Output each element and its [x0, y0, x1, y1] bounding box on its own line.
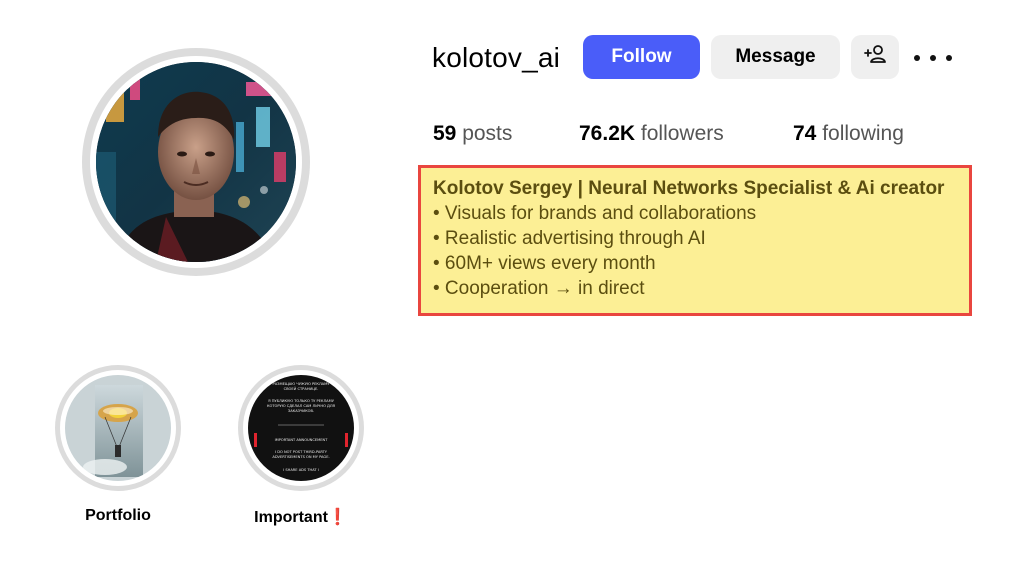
- story-text: I DO NOT POST THIRD-PARTY: [275, 450, 328, 454]
- story-text: ADVERTISEMENTS ON MY PAGE.: [272, 455, 329, 459]
- message-button[interactable]: Message: [711, 35, 840, 79]
- avatar-photo: [96, 62, 296, 262]
- story-text: IMPORTANT ANNOUNCEMENT: [275, 438, 329, 442]
- followers-stat[interactable]: 76.2K followers: [579, 121, 724, 147]
- following-stat[interactable]: 74 following: [793, 121, 904, 147]
- highlight-important[interactable]: РАЗМЕЩАЮ ЧУЖУЮ РЕКЛАМУ СВОЕЙ СТРАНИЦЕ. Я…: [238, 365, 364, 491]
- bio-line: • Cooperation → in direct: [433, 278, 645, 299]
- posts-label: posts: [462, 122, 513, 145]
- story-text: ЗАКАЗЧИКОВ.: [288, 409, 314, 413]
- highlight-portfolio-label[interactable]: Portfolio: [38, 507, 198, 525]
- bio-line: • Realistic advertising through AI: [433, 228, 706, 249]
- story-text: I SHARE ADS THAT I: [283, 468, 319, 472]
- following-label: following: [822, 122, 904, 145]
- add-user-icon: [863, 44, 887, 70]
- profile-username: kolotov_ai: [432, 42, 561, 73]
- followers-label: followers: [640, 122, 724, 145]
- profile-avatar[interactable]: [82, 48, 310, 276]
- more-horizontal-icon: [914, 55, 920, 61]
- more-dot: [930, 55, 936, 61]
- posts-stat: 59 posts: [433, 121, 512, 147]
- highlight-important-cover: РАЗМЕЩАЮ ЧУЖУЮ РЕКЛАМУ СВОЕЙ СТРАНИЦЕ. Я…: [248, 375, 354, 481]
- bio-line: • 60M+ views every month: [433, 253, 656, 274]
- highlight-border: РАЗМЕЩАЮ ЧУЖУЮ РЕКЛАМУ СВОЕЙ СТРАНИЦЕ. Я…: [243, 370, 359, 486]
- story-text: РАЗМЕЩАЮ ЧУЖУЮ РЕКЛАМУ: [273, 382, 331, 386]
- highlight-border: [60, 370, 176, 486]
- avatar-border: [90, 56, 302, 268]
- exclamation-icon: ❗: [327, 509, 348, 526]
- bio-line: • Visuals for brands and collaborations: [433, 203, 757, 224]
- follow-button[interactable]: Follow: [583, 35, 700, 79]
- bio: Kolotov Sergey | Neural Networks Special…: [433, 176, 944, 301]
- followers-count: 76.2K: [579, 122, 636, 145]
- story-text: СВОЕЙ СТРАНИЦЕ.: [284, 386, 319, 391]
- following-count: 74: [793, 122, 817, 145]
- story-text: Я ПУБЛИКУЮ ТОЛЬКО ТУ РЕКЛАМУ: [268, 399, 335, 403]
- story-text: КОТОРУЮ СДЕЛАЛ САМ ЛИЧНО ДЛЯ: [267, 404, 336, 408]
- highlight-important-label[interactable]: Important❗: [221, 507, 381, 527]
- highlight-portfolio[interactable]: [55, 365, 181, 491]
- more-dot: [946, 55, 952, 61]
- suggest-users-button[interactable]: [851, 35, 899, 79]
- highlight-portfolio-cover: [65, 375, 171, 481]
- more-options-button[interactable]: [914, 44, 952, 72]
- posts-count: 59: [433, 122, 457, 145]
- highlight-important-text: Important: [254, 509, 328, 526]
- bio-name-line: Kolotov Sergey | Neural Networks Special…: [433, 178, 945, 199]
